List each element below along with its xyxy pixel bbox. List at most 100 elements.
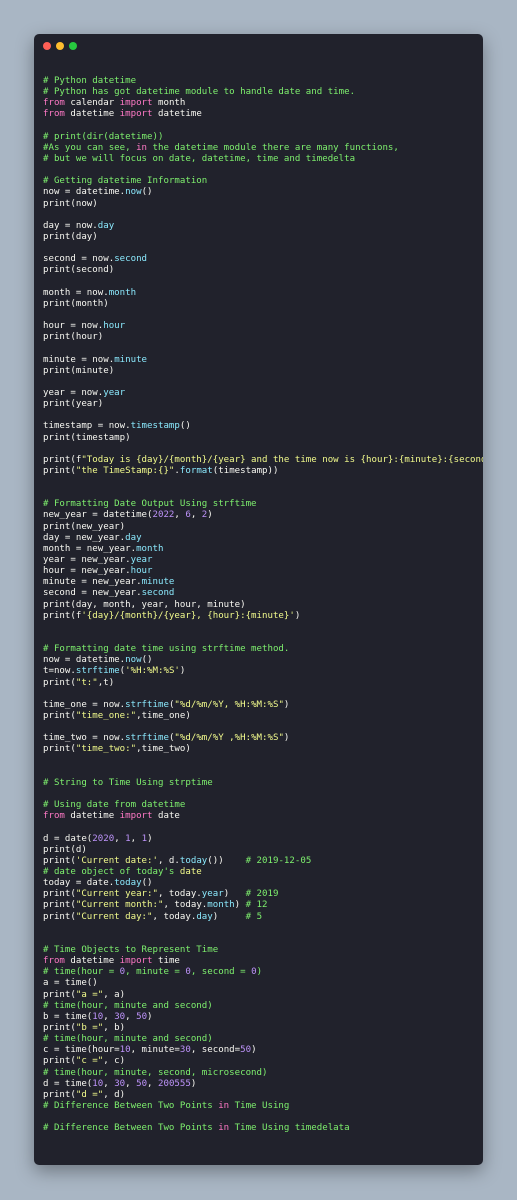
code-window: # Python datetime # Python has got dateti…	[34, 34, 483, 1165]
code-token: 2020	[92, 833, 115, 844]
code-token: # Using date from datetime	[43, 800, 186, 811]
code-line: # date object of today's date	[43, 867, 477, 878]
code-token: # 2019	[245, 889, 279, 900]
code-line: print(now)	[43, 199, 477, 210]
code-line: hour = now.hour	[43, 321, 477, 332]
code-line: print(hour)	[43, 332, 477, 343]
code-line: print(new_year)	[43, 522, 477, 533]
code-line: # time(hour, minute and second)	[43, 1001, 477, 1012]
code-token: format	[179, 465, 213, 476]
code-token: 30	[114, 1011, 126, 1022]
code-token: c = time(hour=	[43, 1045, 120, 1056]
code-line: # Time Objects to Represent Time	[43, 945, 477, 956]
code-token: , d.	[157, 855, 180, 866]
code-token: print(	[43, 989, 76, 1000]
code-token: print(	[43, 911, 76, 922]
code-token: print(	[43, 711, 76, 722]
code-token: print(second)	[43, 265, 115, 276]
code-token: print(	[43, 744, 76, 755]
maximize-window-button[interactable]	[69, 42, 77, 50]
code-token: time_two = now.	[43, 733, 126, 744]
code-line: print("b =", b)	[43, 1023, 477, 1034]
code-token: , b)	[103, 1022, 126, 1033]
code-line: print("Current day:", today.day) # 5	[43, 912, 477, 923]
code-token: second	[114, 254, 148, 265]
code-token: "time_two:"	[75, 744, 137, 755]
code-token: hour = new_year.	[43, 566, 131, 577]
code-line: time_two = now.strftime("%d/%m/%Y ,%H:%M…	[43, 733, 477, 744]
code-line: second = new_year.second	[43, 588, 477, 599]
code-token: "%d/%m/%Y, %H:%M:%S"	[174, 699, 284, 710]
code-token: year	[201, 889, 224, 900]
code-line: print("Current year:", today.year) # 201…	[43, 889, 477, 900]
code-token: print(	[43, 677, 76, 688]
code-token: Time Using	[229, 1100, 290, 1111]
code-token: year	[130, 555, 153, 566]
code-token: minute	[141, 577, 175, 588]
code-token: strftime	[125, 733, 169, 744]
code-line: # Formatting date time using strftime me…	[43, 644, 477, 655]
code-token: month	[207, 900, 235, 911]
code-line: print(day)	[43, 232, 477, 243]
code-token: , today.	[157, 889, 202, 900]
code-editor[interactable]: # Python datetime # Python has got dateti…	[43, 76, 483, 1134]
code-token: , minute=	[130, 1045, 180, 1056]
code-token: "c ="	[75, 1056, 104, 1067]
code-token: '%H:%M:%S'	[125, 666, 180, 677]
code-token: , second=	[190, 1045, 241, 1056]
code-token: month = now.	[43, 287, 109, 298]
minimize-window-button[interactable]	[56, 42, 64, 50]
code-token: second	[141, 588, 175, 599]
code-token: )	[251, 1045, 257, 1056]
code-token: minute = now.	[43, 354, 115, 365]
code-token: , second =	[190, 967, 252, 978]
code-token: )	[147, 833, 153, 844]
code-line: year = now.year	[43, 388, 477, 399]
code-line: print("time_one:",time_one)	[43, 711, 477, 722]
code-token: from	[43, 956, 65, 967]
code-line: time_one = now.strftime("%d/%m/%Y, %H:%M…	[43, 700, 477, 711]
code-line: b = time(10, 30, 50)	[43, 1012, 477, 1023]
code-token: year = now.	[43, 387, 104, 398]
code-token: 'Current date:'	[75, 855, 158, 866]
code-token: # time(hour, minute, second, microsecond…	[43, 1067, 268, 1078]
code-token: ,	[103, 1078, 115, 1089]
code-token: strftime	[75, 666, 120, 677]
code-line: # Formatting Date Output Using strftime	[43, 499, 477, 510]
code-line: # time(hour = 0, minute = 0, second = 0)	[43, 967, 477, 978]
code-token: )	[256, 967, 263, 978]
code-token: # time(hour =	[43, 967, 120, 978]
code-token: 30	[179, 1045, 191, 1056]
code-token: day = new_year.	[43, 532, 126, 543]
code-token: strftime	[125, 699, 169, 710]
code-token: # String to Time Using strptime	[43, 777, 213, 788]
code-line: print(f'{day}/{month}/{year}, {hour}:{mi…	[43, 611, 477, 622]
code-token: print(	[43, 900, 76, 911]
code-line: d = date(2020, 1, 1)	[43, 834, 477, 845]
code-token: from	[43, 98, 65, 109]
code-token: month	[136, 543, 164, 554]
code-line: # Difference Between Two Points in Time …	[43, 1123, 477, 1134]
code-token: 10	[119, 1045, 131, 1056]
code-token: a = time()	[43, 978, 98, 989]
code-line: # but we will focus on date, datetime, t…	[43, 154, 477, 165]
code-token: print(f	[43, 454, 82, 465]
code-token: now = datetime.	[43, 187, 126, 198]
code-token: import	[119, 956, 153, 967]
code-token: 10	[92, 1078, 104, 1089]
code-token: day = now.	[43, 220, 98, 231]
code-token: today	[114, 878, 142, 889]
code-line: print(d)	[43, 845, 477, 856]
code-token: year = new_year.	[43, 555, 131, 566]
close-window-button[interactable]	[43, 42, 51, 50]
code-token: # but we will focus on date, datetime, t…	[43, 153, 356, 164]
code-token: datetime	[64, 109, 120, 120]
code-line: now = datetime.now()	[43, 655, 477, 666]
